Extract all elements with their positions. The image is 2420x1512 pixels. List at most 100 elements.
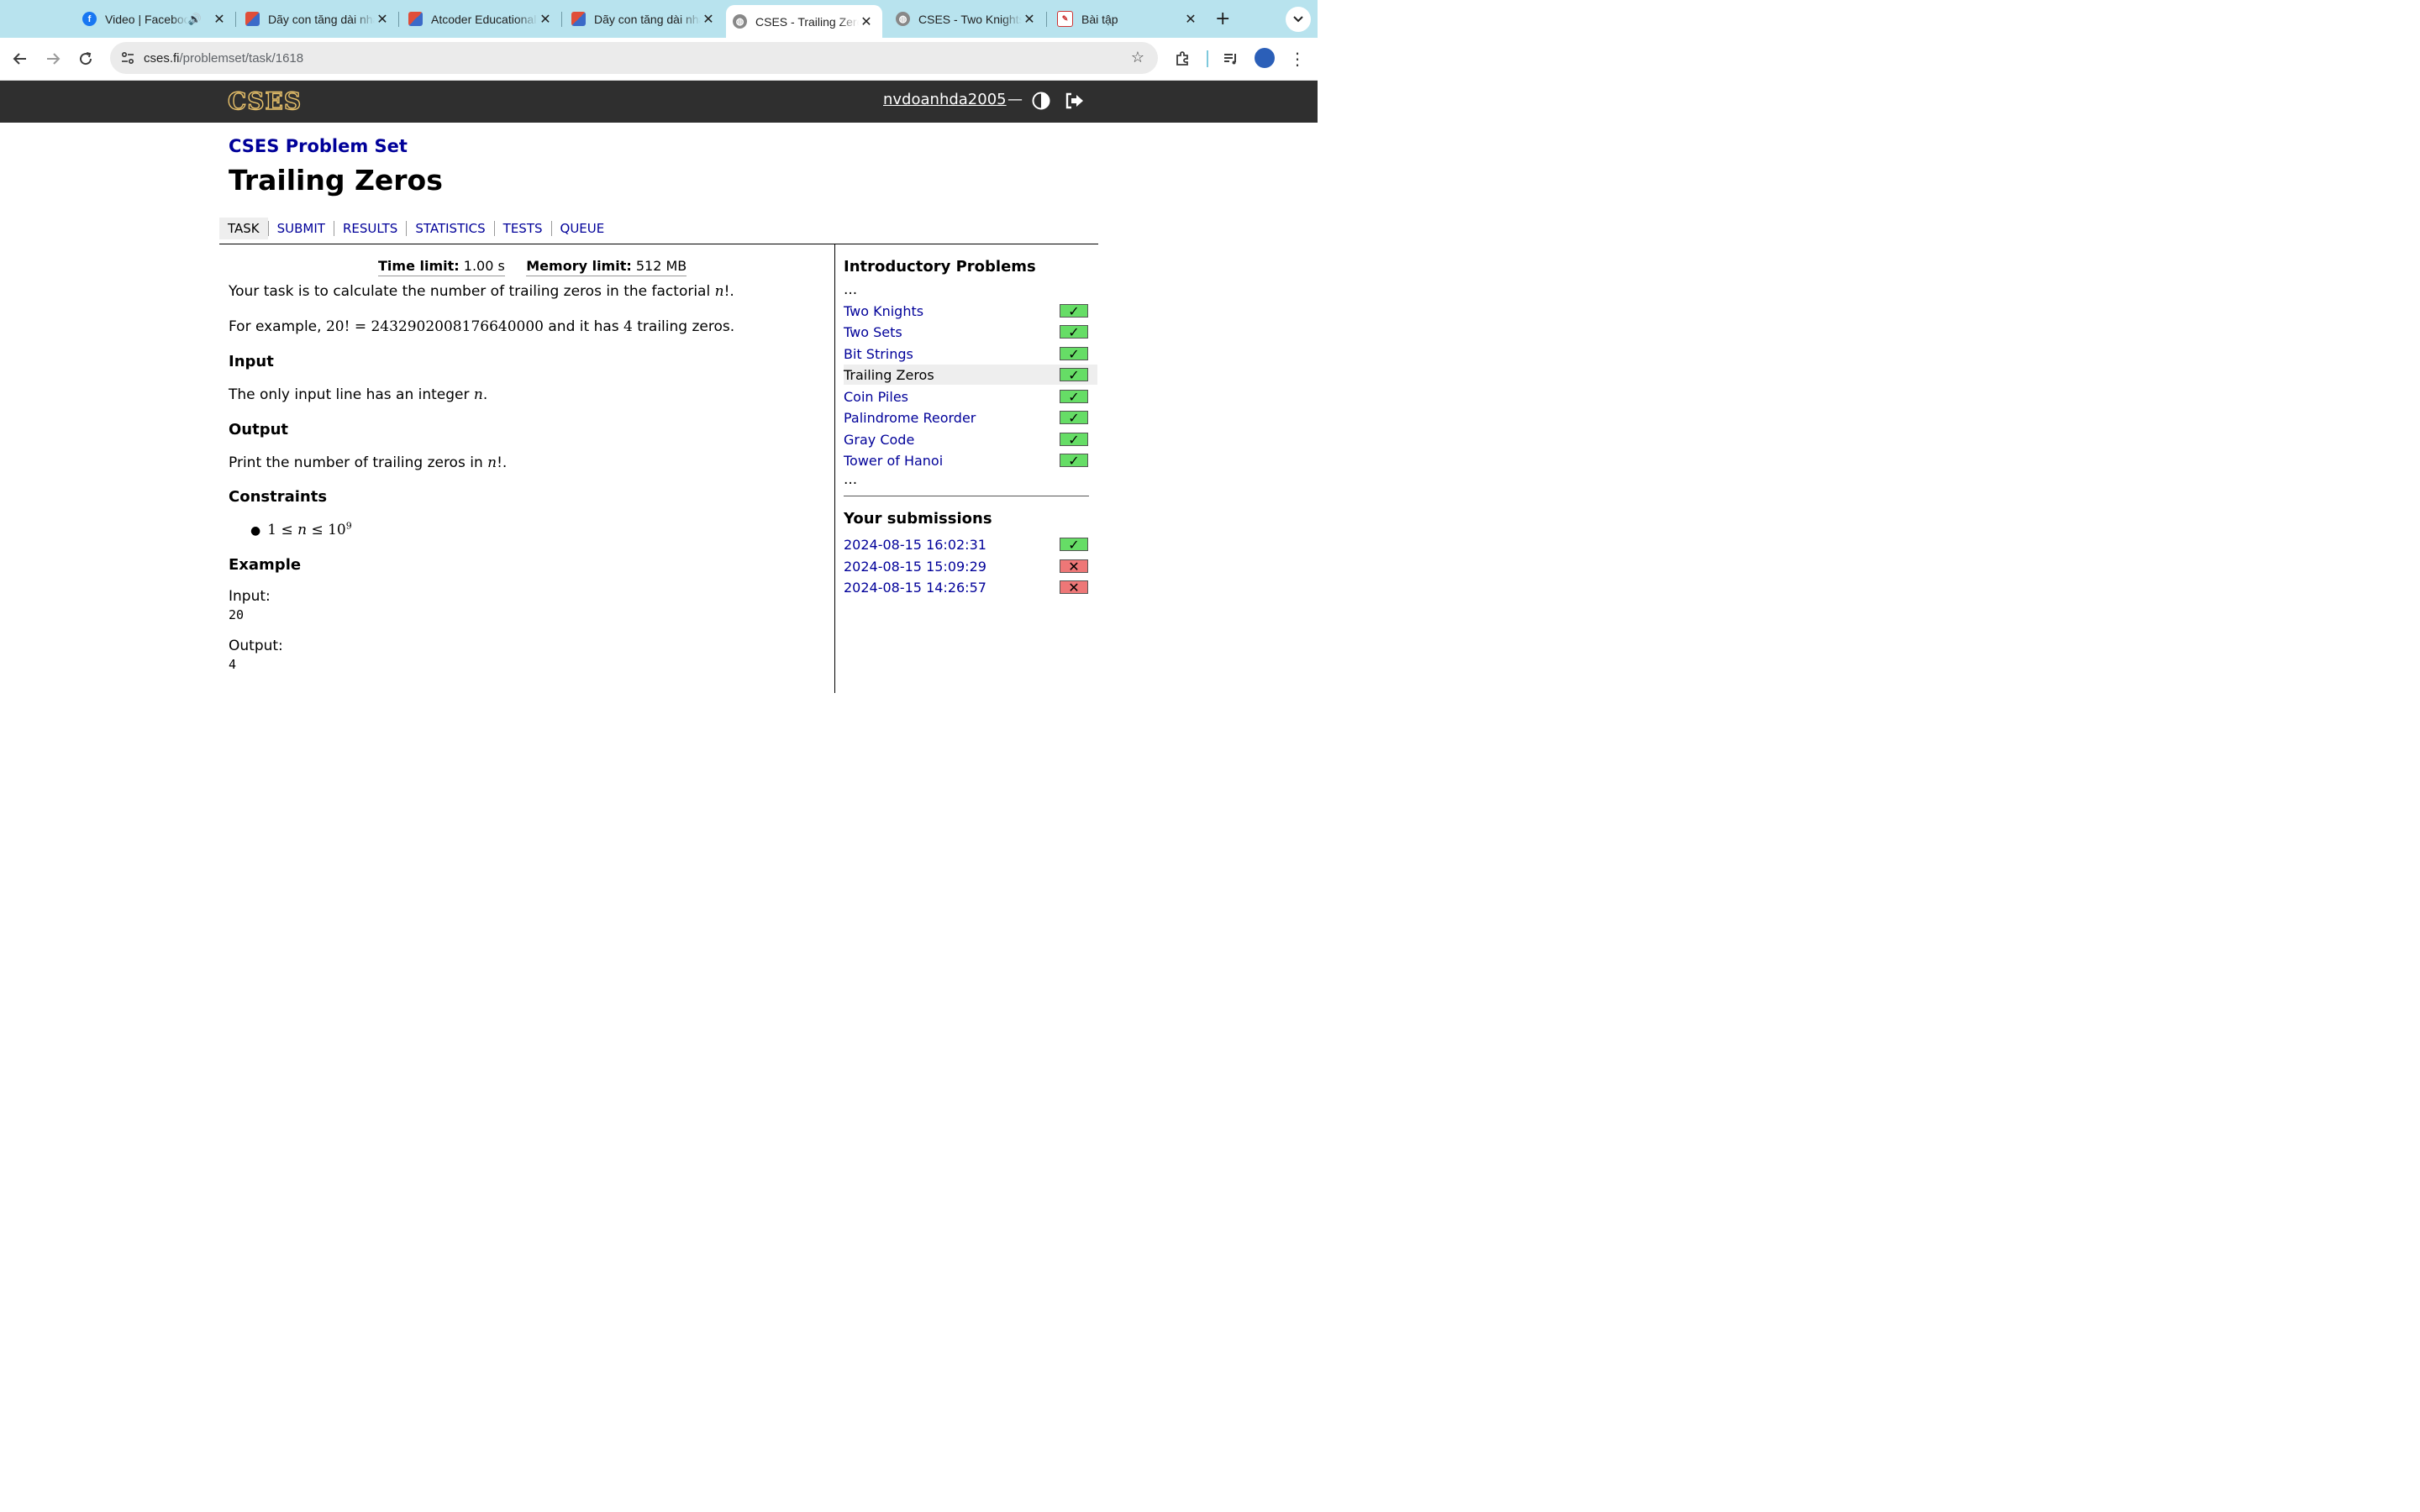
problem-row-current[interactable]: Trailing Zeros ✓ <box>844 365 1097 385</box>
submission-row[interactable]: 2024-08-15 16:02:31 ✓ <box>844 534 1097 554</box>
close-icon[interactable]: ✕ <box>701 11 716 28</box>
submission-row[interactable]: 2024-08-15 14:26:57 ✕ <box>844 577 1097 597</box>
queue-music-icon <box>1224 54 1236 65</box>
task-statement: Your task is to calculate the number of … <box>229 283 734 300</box>
example-input-label: Input: <box>229 588 271 605</box>
check-icon: ✓ <box>1060 537 1088 553</box>
problem-row[interactable]: Palindrome Reorder ✓ <box>844 407 1097 428</box>
tab-search-button[interactable] <box>1286 7 1311 32</box>
task-example-text: For example, 20! = 2432902008176640000 a… <box>229 318 735 335</box>
problem-set-link[interactable]: CSES Problem Set <box>229 136 408 156</box>
header-dash: — <box>1007 91 1023 108</box>
check-icon: ✓ <box>1060 453 1088 469</box>
problem-row[interactable]: Bit Strings ✓ <box>844 344 1097 364</box>
forward-button[interactable] <box>42 48 64 70</box>
constraints-heading: Constraints <box>229 488 328 506</box>
check-icon: ✓ <box>1060 432 1088 448</box>
submissions-title: Your submissions <box>844 510 992 528</box>
problem-link[interactable]: Coin Piles <box>844 389 908 405</box>
extensions-button[interactable] <box>1172 48 1194 70</box>
cross-icon: ✕ <box>1060 559 1088 575</box>
ellipsis-bottom: ... <box>844 471 858 488</box>
arrow-left-icon <box>13 53 26 65</box>
example-output-value: 4 <box>229 657 237 672</box>
tab-cses-two-knights[interactable]: ◍ CSES - Two Knights ✕ <box>889 5 1045 33</box>
problem-link[interactable]: Two Sets <box>844 324 902 340</box>
tab-strip: f Video | Facebook 🔊 ✕ Dãy con tăng dài … <box>0 0 1318 38</box>
profile-avatar[interactable] <box>1255 48 1275 68</box>
username-link[interactable]: nvdoanhda2005 <box>883 91 1007 108</box>
media-control-button[interactable] <box>1220 48 1242 70</box>
output-heading: Output <box>229 421 289 438</box>
svg-text:CSES: CSES <box>228 89 302 113</box>
globe-icon: ◍ <box>896 12 910 26</box>
problem-link[interactable]: Gray Code <box>844 432 914 448</box>
address-bar[interactable]: cses.fi/problemset/task/1618 ☆ <box>110 42 1158 74</box>
close-icon[interactable]: ✕ <box>538 11 553 28</box>
tab-title: CSES - Two Knights <box>918 12 1022 26</box>
speaker-icon[interactable]: 🔊 <box>188 13 202 26</box>
problem-link[interactable]: Palindrome Reorder <box>844 410 976 426</box>
logout-icon[interactable] <box>1065 92 1085 113</box>
problem-row[interactable]: Two Sets ✓ <box>844 322 1097 342</box>
new-tab-button[interactable]: + <box>1215 8 1230 29</box>
tab-vnoi-2[interactable]: Dãy con tăng dài nhất ✕ <box>565 5 724 33</box>
problem-row[interactable]: Two Knights ✓ <box>844 301 1097 321</box>
facebook-icon: f <box>82 12 97 26</box>
site-info-icon[interactable] <box>118 49 137 67</box>
tab-atcoder[interactable]: Atcoder Educational DP ✕ <box>402 5 561 33</box>
constraint-item: ● 1 ≤ n ≤ 109 <box>250 520 352 538</box>
back-button[interactable] <box>9 48 31 70</box>
problem-link[interactable]: Tower of Hanoi <box>844 453 943 469</box>
tab-statistics[interactable]: STATISTICS <box>407 218 493 239</box>
time-limit: Time limit: 1.00 s <box>378 258 505 276</box>
tab-results[interactable]: RESULTS <box>334 218 406 239</box>
page-title: Trailing Zeros <box>229 164 443 197</box>
bookmark-star-icon[interactable]: ☆ <box>1131 49 1144 66</box>
tab-title: Video | Facebook <box>105 12 188 26</box>
problem-row[interactable]: Coin Piles ✓ <box>844 386 1097 407</box>
tab-task[interactable]: TASK <box>219 218 268 239</box>
vnoi-icon <box>408 12 423 26</box>
problem-row[interactable]: Gray Code ✓ <box>844 429 1097 449</box>
cses-logo[interactable]: CSES <box>227 87 312 116</box>
tab-tests[interactable]: TESTS <box>495 218 551 239</box>
tab-submit[interactable]: SUBMIT <box>269 218 334 239</box>
reload-button[interactable] <box>75 48 97 70</box>
site-header <box>0 81 1318 123</box>
check-icon: ✓ <box>1060 410 1088 426</box>
check-icon: ✓ <box>1060 303 1088 319</box>
cross-icon: ✕ <box>1060 580 1088 596</box>
close-icon[interactable]: ✕ <box>212 11 227 28</box>
problem-link[interactable]: Bit Strings <box>844 346 913 362</box>
theme-toggle-icon[interactable] <box>1032 92 1050 113</box>
close-icon[interactable]: ✕ <box>1022 11 1037 28</box>
close-icon[interactable]: ✕ <box>1183 11 1198 28</box>
output-description: Print the number of trailing zeros in n!… <box>229 454 508 471</box>
submission-row[interactable]: 2024-08-15 15:09:29 ✕ <box>844 556 1097 576</box>
problem-link[interactable]: Trailing Zeros <box>844 367 934 383</box>
submission-link[interactable]: 2024-08-15 14:26:57 <box>844 580 986 596</box>
submission-link[interactable]: 2024-08-15 15:09:29 <box>844 559 986 575</box>
memory-limit: Memory limit: 512 MB <box>526 258 687 276</box>
arrow-right-icon <box>47 53 60 65</box>
tab-cses-trailing-zeros[interactable]: ◍ CSES - Trailing Zeros ✕ <box>726 5 882 38</box>
submission-link[interactable]: 2024-08-15 16:02:31 <box>844 537 986 553</box>
section-title: Introductory Problems <box>844 258 1036 276</box>
tab-bai-tap[interactable]: ✎ Bài tập ✕ <box>1050 5 1207 33</box>
close-icon[interactable]: ✕ <box>375 11 390 28</box>
tab-title: Dãy con tăng dài nhất <box>268 12 375 26</box>
browser-menu-button[interactable]: ⋮ <box>1286 48 1308 70</box>
tab-vnoi-1[interactable]: Dãy con tăng dài nhất ✕ <box>239 5 398 33</box>
close-icon[interactable]: ✕ <box>859 13 874 30</box>
tab-title: Dãy con tăng dài nhất <box>594 12 701 26</box>
tab-queue[interactable]: QUEUE <box>552 218 613 239</box>
reload-icon <box>80 52 92 66</box>
problem-link[interactable]: Two Knights <box>844 303 923 319</box>
globe-icon: ◍ <box>733 14 747 29</box>
check-icon: ✓ <box>1060 389 1088 405</box>
url-text: cses.fi/problemset/task/1618 <box>144 50 304 66</box>
problem-row[interactable]: Tower of Hanoi ✓ <box>844 450 1097 470</box>
tab-facebook[interactable]: f Video | Facebook 🔊 ✕ <box>76 5 235 33</box>
vnoi-icon <box>571 12 586 26</box>
